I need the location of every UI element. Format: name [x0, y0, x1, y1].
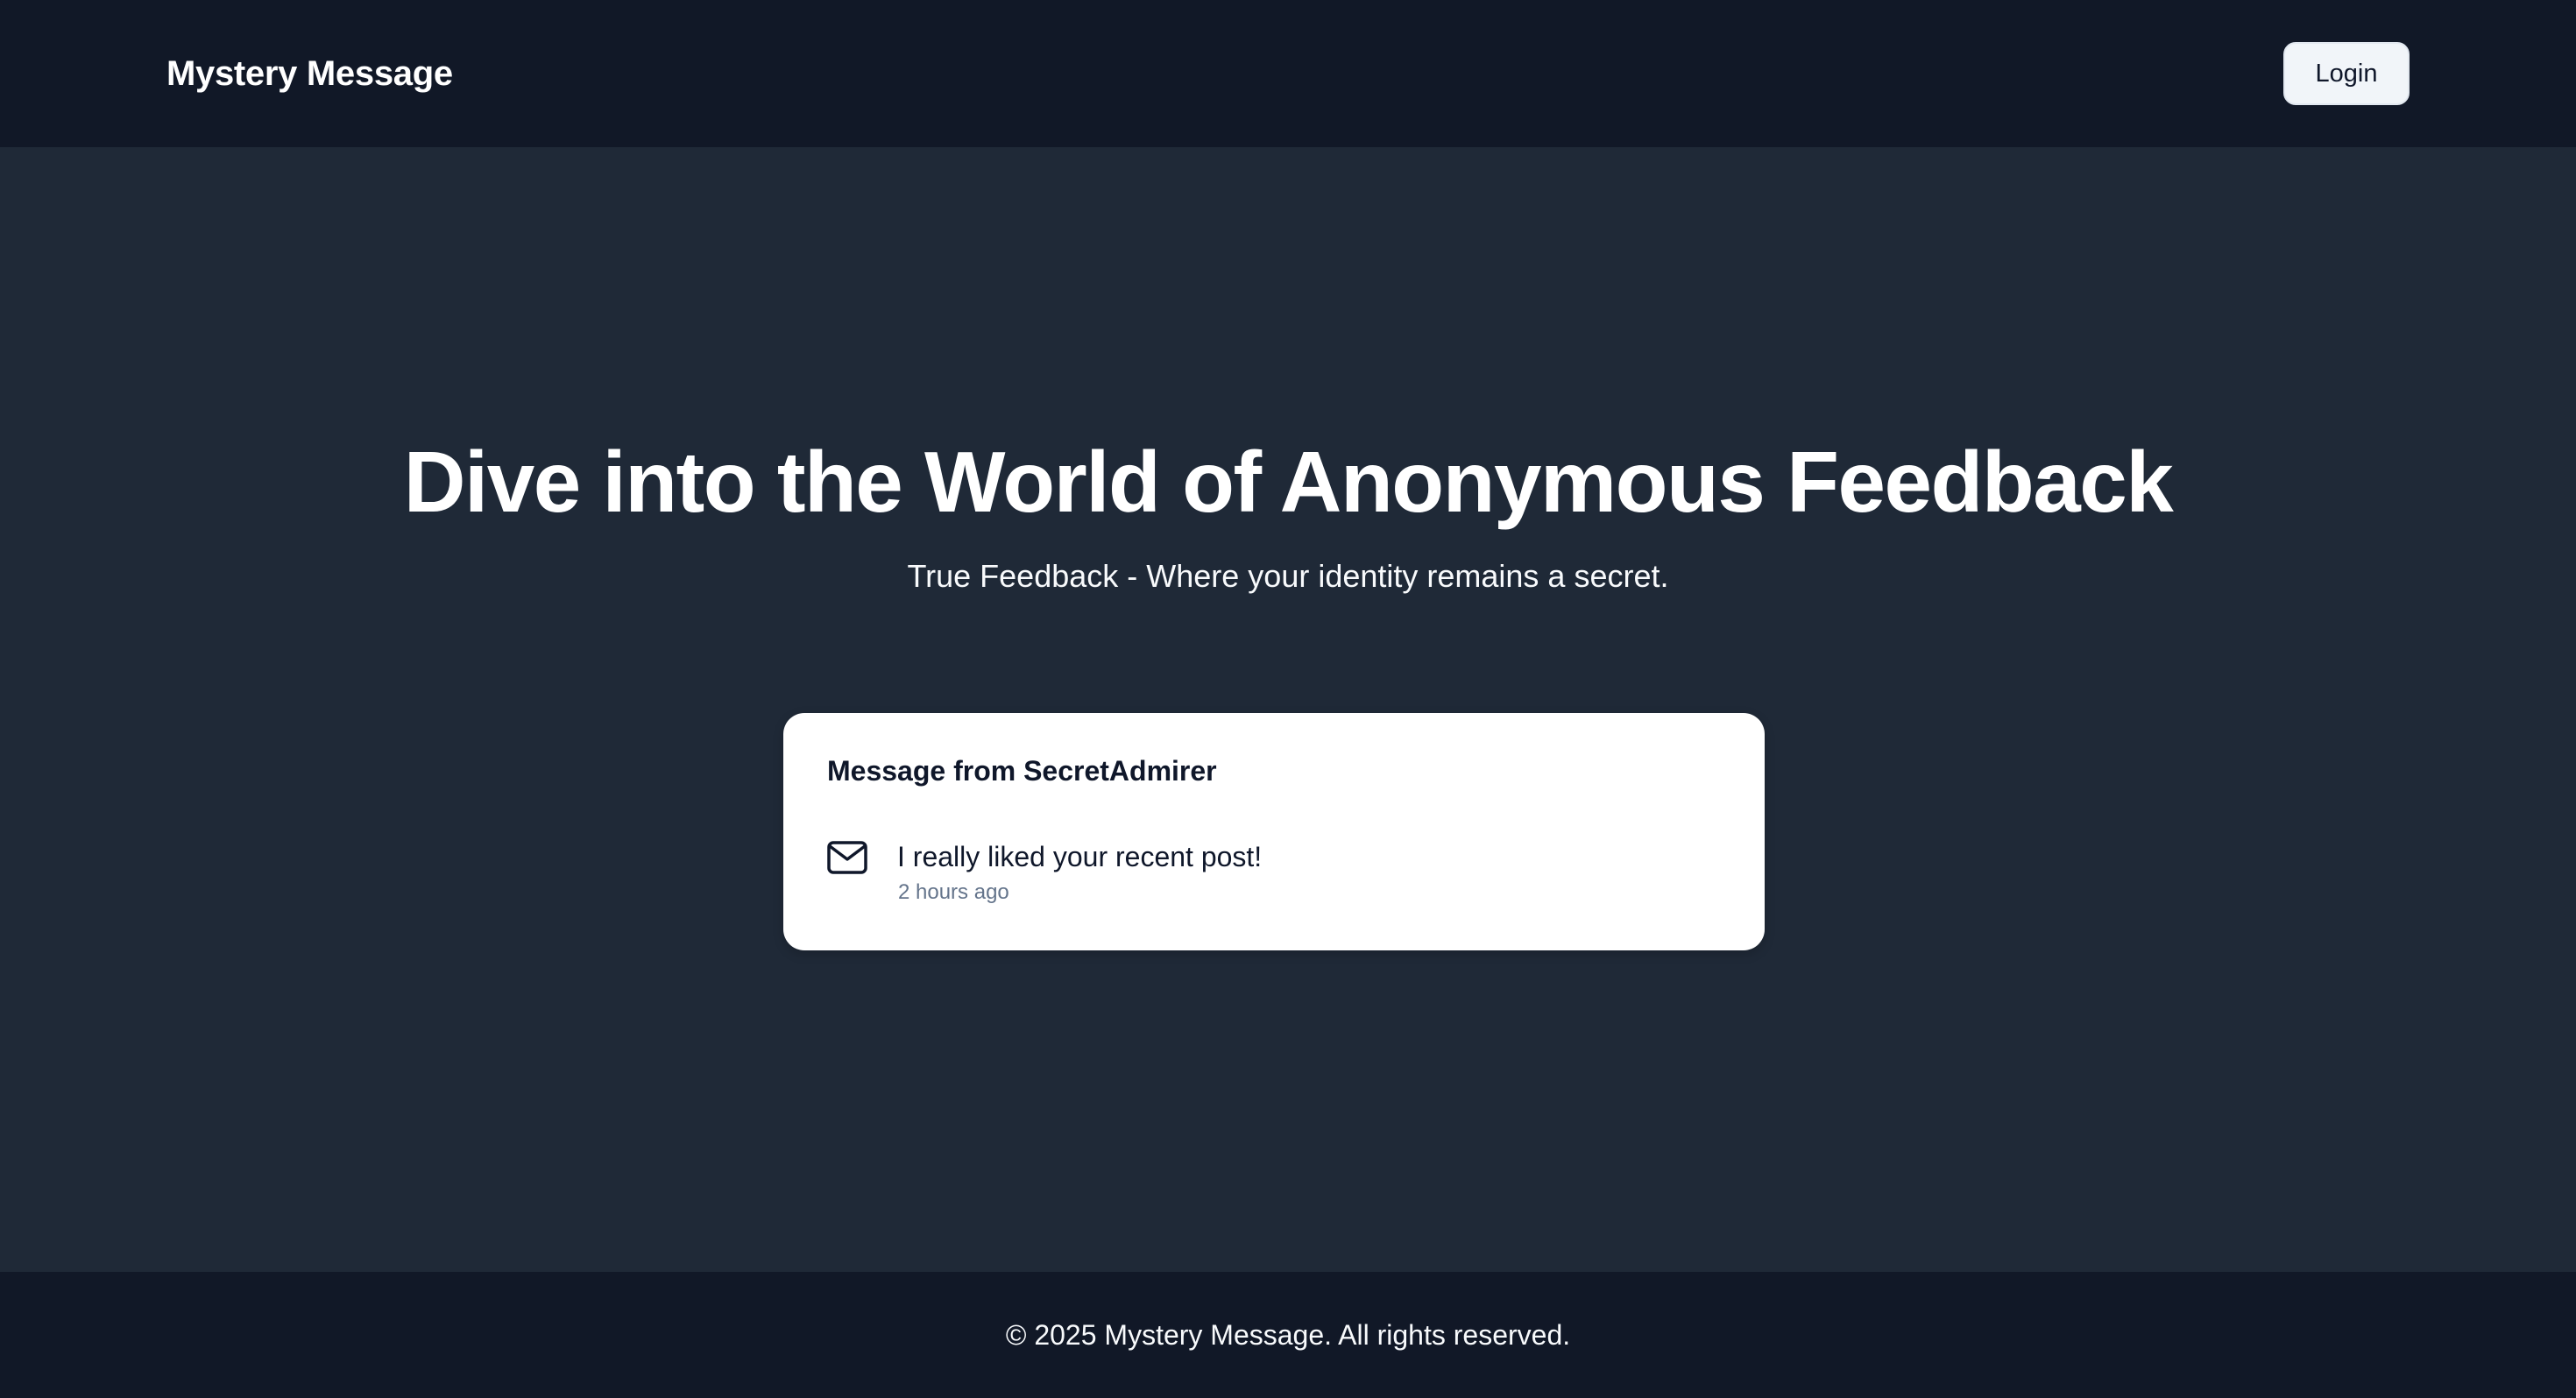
footer-copyright: © 2025 Mystery Message. All rights reser…	[1005, 1319, 1571, 1351]
message-card: Message from SecretAdmirer I really like…	[783, 713, 1765, 950]
message-card-title: Message from SecretAdmirer	[827, 755, 1217, 787]
hero-title: Dive into the World of Anonymous Feedbac…	[403, 434, 2174, 530]
navbar: Mystery Message Login	[0, 0, 2576, 147]
brand-logo-link[interactable]: Mystery Message	[166, 51, 453, 96]
hero-subtitle: True Feedback - Where your identity rema…	[907, 558, 1669, 594]
mail-icon	[827, 841, 867, 874]
message-text: I really liked your recent post!	[897, 841, 1263, 872]
login-button[interactable]: Login	[2283, 42, 2410, 105]
footer: © 2025 Mystery Message. All rights reser…	[0, 1272, 2576, 1398]
message-timestamp: 2 hours ago	[898, 880, 1009, 904]
